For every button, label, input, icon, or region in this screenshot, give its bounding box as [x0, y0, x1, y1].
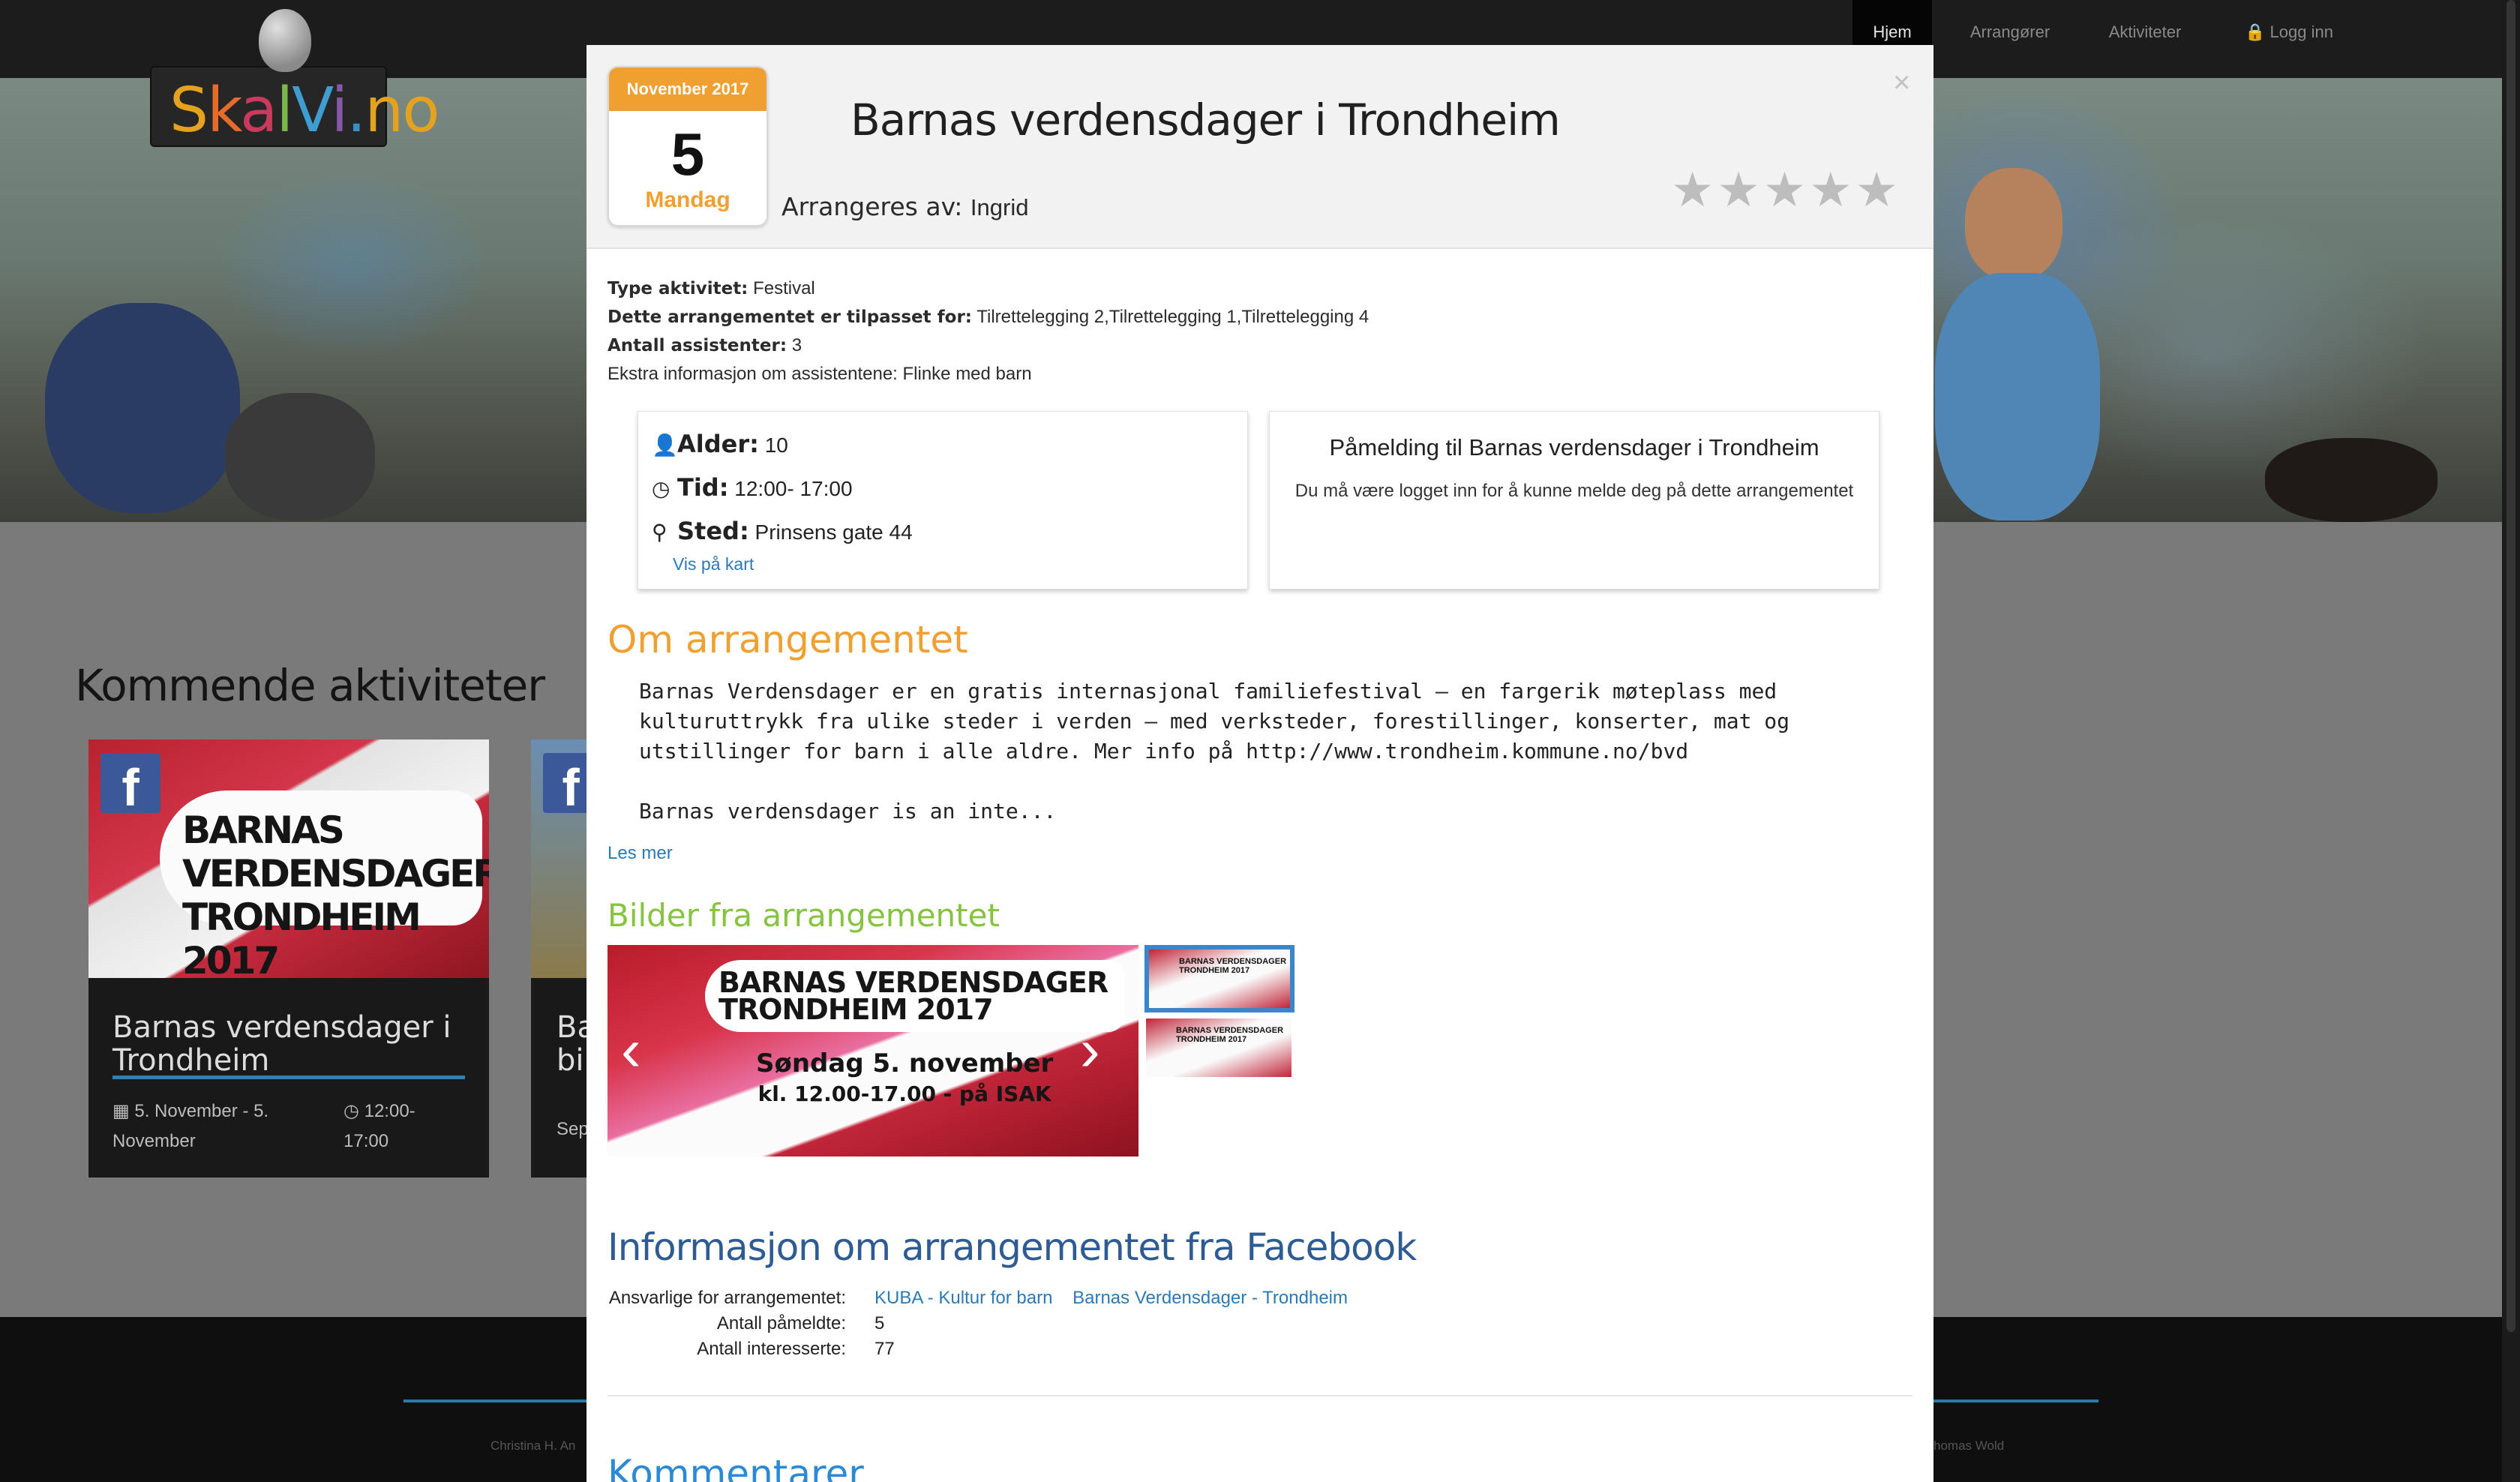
place-label: Sted:: [677, 517, 749, 545]
gallery-banner-title: BARNAS VERDENSDAGER TRONDHEIM 2017: [705, 960, 1125, 1032]
nav-login-label: Logg inn: [2270, 22, 2333, 41]
detail-time: ◷ Tid: 12:00- 17:00: [652, 473, 853, 502]
date-day: 5: [670, 121, 705, 188]
gallery-line2: kl. 12.00-17.00 - på ISAK: [758, 1082, 1052, 1106]
card-date-text: 5. November - 5. November: [112, 1101, 269, 1151]
site-logo[interactable]: SkalVi.no: [150, 66, 440, 147]
fb-interested-label: Antall interesserte:: [697, 1339, 846, 1359]
hero-figure: [1965, 168, 2062, 280]
organizer-name: Ingrid: [970, 194, 1029, 220]
clock-icon: ◷: [344, 1101, 364, 1121]
fb-responsible-label: Ansvarlige for arrangementet:: [608, 1288, 846, 1308]
thumbnail-text: BARNAS VERDENSDAGER TRONDHEIM 2017: [1179, 957, 1287, 975]
map-marker-icon: ⚲: [652, 520, 668, 544]
about-heading: Om arrangementet: [608, 618, 968, 662]
comments-heading: Kommentarer: [608, 1452, 864, 1482]
organizer: Arrangeres av: Ingrid: [782, 192, 1028, 221]
read-more-link[interactable]: Les mer: [608, 843, 673, 864]
card-time: ◷ 12:00- 17:00: [344, 1096, 464, 1156]
activity-card[interactable]: BARNAS VERDENSDAGER TRONDHEIM 2017 f Bar…: [88, 740, 489, 1178]
age-value: 10: [764, 434, 788, 457]
close-button[interactable]: ×: [1893, 66, 1910, 100]
date-month: November 2017: [609, 68, 766, 111]
lock-icon: 🔒: [2245, 22, 2266, 41]
gallery-thumbnail[interactable]: BARNAS VERDENSDAGER TRONDHEIM 2017: [1144, 945, 1294, 1012]
time-value: 12:00- 17:00: [734, 477, 853, 500]
gallery-heading: Bilder fra arrangementet: [608, 897, 1000, 934]
event-modal: November 2017 5 Mandag Barnas verdensdag…: [586, 45, 1934, 1482]
info-adapted-label: Dette arrangementet er tilpasset for:: [608, 308, 973, 327]
user-icon: 👤: [652, 434, 678, 457]
balloon-icon: [259, 9, 311, 72]
fb-attending-value: 5: [874, 1313, 885, 1334]
chevron-left-icon[interactable]: ‹: [621, 1020, 641, 1080]
organizer-label: Arrangeres av:: [782, 192, 963, 221]
fb-attending-label: Antall påmeldte:: [716, 1313, 846, 1334]
nav-login[interactable]: 🔒 Logg inn: [2236, 0, 2342, 78]
footer-credit-right: homas Wold: [1934, 1438, 2005, 1453]
card-date: Sep: [556, 1119, 589, 1139]
logo-wordmark: SkalVi.no: [170, 75, 440, 146]
clock-icon: ◷: [652, 477, 670, 500]
info-type: Type aktivitet: Festival: [608, 274, 1369, 303]
hero-figure: [2265, 438, 2438, 522]
date-badge: November 2017 5 Mandag: [608, 66, 768, 226]
scrollbar-thumb[interactable]: [2506, 0, 2516, 1332]
details-box: 👤Alder: 10 ◷ Tid: 12:00- 17:00 ⚲ Sted: Pri…: [638, 411, 1248, 590]
gallery-thumbnail[interactable]: BARNAS VERDENSDAGER TRONDHEIM 2017: [1146, 1018, 1292, 1077]
facebook-icon: f: [100, 753, 160, 817]
fb-interested-value: 77: [874, 1339, 895, 1359]
gallery-main-image[interactable]: BARNAS VERDENSDAGER TRONDHEIM 2017 Sønda…: [608, 945, 1138, 1156]
thumbnail-text: BARNAS VERDENSDAGER TRONDHEIM 2017: [1176, 1026, 1284, 1044]
gallery-line1: Søndag 5. november: [756, 1048, 1054, 1078]
info-assistants: Antall assistenter: 3: [608, 332, 1369, 360]
date-weekday: Mandag: [645, 188, 730, 212]
event-info: Type aktivitet: Festival Dette arrangeme…: [608, 274, 1369, 388]
modal-header: November 2017 5 Mandag Barnas verdensdag…: [586, 45, 1934, 249]
chevron-right-icon[interactable]: ›: [1080, 1020, 1100, 1080]
place-value: Prinsens gate 44: [754, 520, 913, 544]
facebook-info-heading: Informasjon om arrangementet fra Faceboo…: [608, 1226, 1417, 1269]
hero-figure: [1935, 273, 2100, 520]
show-on-map-link[interactable]: Vis på kart: [673, 554, 754, 574]
calendar-icon: ▦: [112, 1101, 135, 1121]
info-type-label: Type aktivitet:: [608, 279, 748, 298]
registration-title: Påmelding til Barnas verdensdager i Tron…: [1329, 434, 1820, 460]
nav-activities[interactable]: Aktiviteter: [2092, 0, 2198, 78]
card-banner-text: BARNAS VERDENSDAGER TRONDHEIM 2017: [160, 790, 489, 982]
rating-stars[interactable]: ★★★★★: [1671, 162, 1901, 218]
nav-organizers[interactable]: Arrangører: [1958, 0, 2062, 78]
upcoming-title: Kommende aktiviteter: [75, 660, 545, 711]
card-divider: [112, 1076, 465, 1079]
hero-figure: [45, 303, 240, 513]
info-adapted: Dette arrangementet er tilpasset for: Ti…: [608, 303, 1369, 332]
detail-age: 👤Alder: 10: [652, 430, 788, 458]
info-adapted-value: Tilrettelegging 2,Tilrettelegging 1,Tilr…: [976, 307, 1370, 327]
modal-title: Barnas verdensdager i Trondheim: [850, 94, 1561, 146]
time-label: Tid:: [677, 473, 729, 502]
divider: [608, 1395, 1912, 1396]
age-label: Alder:: [677, 430, 759, 458]
card-title[interactable]: Barnas verdensdager i Trondheim: [112, 1011, 465, 1077]
registration-text: Du må være logget inn for å kunne melde …: [1294, 481, 1854, 501]
registration-box: Påmelding til Barnas verdensdager i Tron…: [1269, 411, 1880, 590]
fb-organizer-link[interactable]: KUBA - Kultur for barn: [874, 1288, 1052, 1308]
info-extra: Ekstra informasjon om assistentene: Flin…: [608, 364, 1032, 384]
info-assistants-label: Antall assistenter:: [608, 336, 788, 356]
info-type-value: Festival: [753, 278, 815, 298]
detail-place: ⚲ Sted: Prinsens gate 44: [652, 517, 913, 545]
card-date: ▦ 5. November - 5. November: [112, 1096, 322, 1156]
hero-figure: [225, 393, 375, 520]
about-text: Barnas Verdensdager er en gratis interna…: [639, 679, 1790, 824]
footer-credit-left: Christina H. An: [490, 1438, 576, 1453]
fb-responsible-links: KUBA - Kultur for barn Barnas Verdensdag…: [874, 1286, 1348, 1311]
fb-organizer-link[interactable]: Barnas Verdensdager - Trondheim: [1072, 1288, 1348, 1308]
info-assistants-value: 3: [791, 335, 802, 356]
gallery-subtitle: Søndag 5. november kl. 12.00-17.00 - på …: [756, 1048, 1053, 1106]
